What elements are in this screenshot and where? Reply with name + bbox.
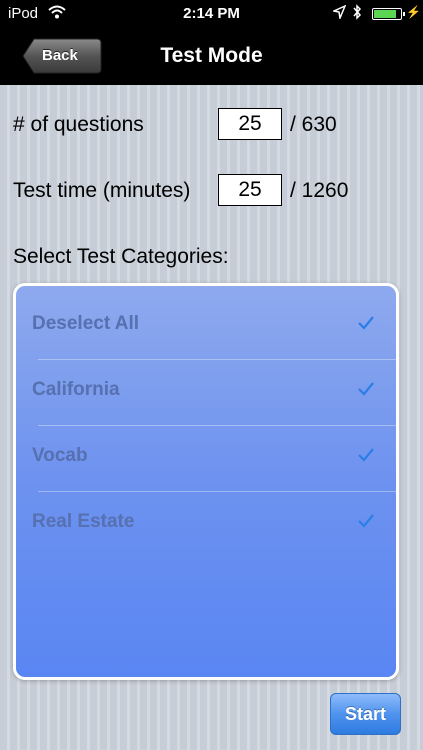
location-arrow-icon: [331, 4, 347, 23]
checkmark-icon: [357, 315, 375, 336]
category-row-california[interactable]: California: [16, 360, 396, 426]
category-row-deselect-all[interactable]: Deselect All: [16, 294, 396, 360]
test-time-input[interactable]: 25: [218, 174, 282, 206]
checkmark-icon: [357, 447, 375, 468]
categories-list: Deselect All California Vocab Real Estat…: [13, 283, 399, 680]
questions-label: # of questions: [13, 113, 144, 136]
checkmark-icon: [357, 381, 375, 402]
test-time-total: / 1260: [290, 179, 349, 202]
battery-icon: [372, 8, 405, 20]
questions-count-input[interactable]: 25: [218, 108, 282, 140]
page-title: Test Mode: [160, 44, 263, 67]
status-bar: iPod 2:14 PM ⚡: [0, 0, 423, 28]
category-row-vocab[interactable]: Vocab: [16, 426, 396, 492]
bluetooth-icon: [352, 4, 362, 24]
category-label: Vocab: [32, 445, 88, 466]
categories-heading: Select Test Categories:: [13, 245, 229, 268]
charging-bolt-icon: ⚡: [406, 5, 421, 19]
category-label: California: [32, 379, 120, 400]
navigation-bar: Back Test Mode: [0, 28, 423, 85]
test-time-label: Test time (minutes): [13, 179, 191, 202]
category-row-real-estate[interactable]: Real Estate: [16, 492, 396, 558]
start-button[interactable]: Start: [330, 693, 401, 735]
checkmark-icon: [357, 513, 375, 534]
questions-total: / 630: [290, 113, 337, 136]
category-label: Real Estate: [32, 511, 135, 532]
category-label: Deselect All: [32, 313, 140, 334]
